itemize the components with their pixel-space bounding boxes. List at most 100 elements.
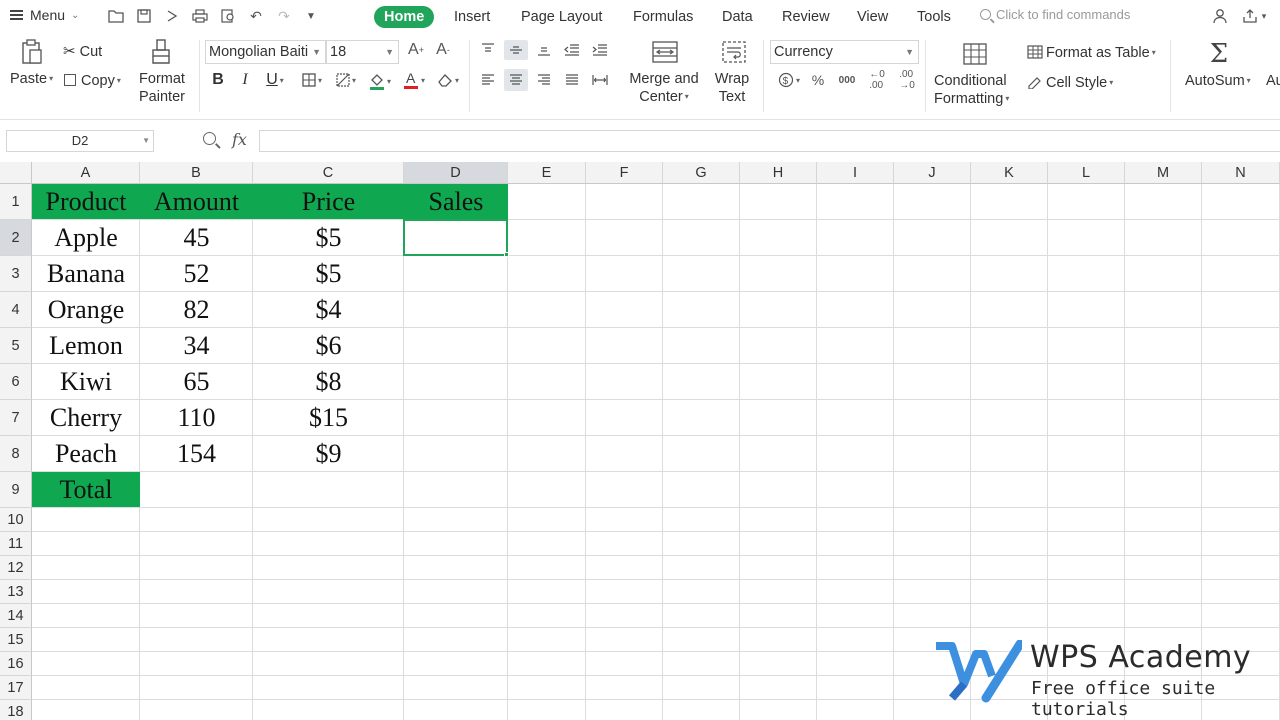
merge-center-icon[interactable] bbox=[650, 40, 680, 64]
row-header-8[interactable]: 8 bbox=[0, 436, 32, 472]
format-as-table-button[interactable]: Format as Table ▾ bbox=[1027, 44, 1156, 64]
align-bottom-icon[interactable] bbox=[534, 40, 554, 60]
header-cell-sales[interactable]: Sales bbox=[404, 184, 508, 219]
data-cell[interactable]: Lemon bbox=[32, 328, 140, 363]
column-header-e[interactable]: E bbox=[508, 162, 586, 184]
data-cell[interactable]: 34 bbox=[140, 328, 253, 363]
row-header-18[interactable]: 18 bbox=[0, 700, 32, 720]
font-color-button[interactable]: A ▾ bbox=[400, 68, 428, 92]
align-top-icon[interactable] bbox=[478, 40, 498, 58]
row-header-17[interactable]: 17 bbox=[0, 676, 32, 700]
align-middle-icon[interactable] bbox=[504, 40, 528, 60]
share-chevron-icon[interactable]: ▾ bbox=[1258, 6, 1270, 26]
align-center-icon[interactable] bbox=[504, 69, 528, 91]
clear-format-button[interactable]: ▾ bbox=[434, 70, 462, 90]
total-label-cell[interactable]: Total bbox=[32, 472, 140, 507]
column-header-b[interactable]: B bbox=[140, 162, 253, 184]
data-cell[interactable]: Orange bbox=[32, 292, 140, 327]
column-header-f[interactable]: F bbox=[586, 162, 663, 184]
header-cell-product[interactable]: Product bbox=[32, 184, 140, 219]
data-cell[interactable]: $5 bbox=[253, 256, 404, 291]
data-cell[interactable]: Kiwi bbox=[32, 364, 140, 399]
percent-icon[interactable]: % bbox=[808, 70, 828, 90]
name-box[interactable]: D2 ▼ bbox=[6, 130, 154, 152]
fill-color-button[interactable]: ▾ bbox=[366, 70, 394, 92]
row-header-1[interactable]: 1 bbox=[0, 184, 32, 220]
column-header-c[interactable]: C bbox=[253, 162, 404, 184]
row-header-5[interactable]: 5 bbox=[0, 328, 32, 364]
user-icon[interactable] bbox=[1210, 6, 1230, 26]
row-header-6[interactable]: 6 bbox=[0, 364, 32, 400]
tab-tools[interactable]: Tools bbox=[917, 6, 951, 28]
header-cell-price[interactable]: Price bbox=[253, 184, 404, 219]
open-folder-icon[interactable] bbox=[106, 6, 126, 26]
export-icon[interactable] bbox=[162, 6, 182, 26]
autosum-button[interactable]: AutoSum ▾ bbox=[1185, 72, 1251, 90]
justify-icon[interactable] bbox=[562, 70, 582, 90]
fx-icon[interactable]: fx bbox=[232, 130, 247, 149]
copy-button[interactable]: Copy ▾ bbox=[64, 72, 121, 90]
column-header-g[interactable]: G bbox=[663, 162, 740, 184]
fill-handle[interactable] bbox=[504, 252, 509, 257]
currency-format-icon[interactable]: $ ▾ bbox=[774, 70, 804, 90]
data-cell[interactable]: 52 bbox=[140, 256, 253, 291]
autosum-icon[interactable]: Σ bbox=[1208, 39, 1230, 69]
data-cell[interactable]: $15 bbox=[253, 400, 404, 435]
data-cell[interactable]: $5 bbox=[253, 220, 404, 255]
data-cell[interactable]: $4 bbox=[253, 292, 404, 327]
align-right-icon[interactable] bbox=[534, 70, 554, 90]
increase-indent-icon[interactable] bbox=[590, 40, 610, 60]
distributed-align-icon[interactable] bbox=[590, 70, 610, 90]
underline-button[interactable]: U ▾ bbox=[262, 70, 288, 90]
row-header-11[interactable]: 11 bbox=[0, 532, 32, 556]
format-painter-button[interactable]: Format Painter bbox=[137, 70, 187, 106]
print-icon[interactable] bbox=[190, 6, 210, 26]
column-header-a[interactable]: A bbox=[32, 162, 140, 184]
column-header-l[interactable]: L bbox=[1048, 162, 1125, 184]
row-header-4[interactable]: 4 bbox=[0, 292, 32, 328]
print-preview-icon[interactable] bbox=[218, 6, 238, 26]
decrease-indent-icon[interactable] bbox=[562, 40, 582, 60]
font-size-select[interactable]: 18 ▼ bbox=[326, 40, 399, 64]
data-cell[interactable]: 154 bbox=[140, 436, 253, 471]
data-cell[interactable]: $9 bbox=[253, 436, 404, 471]
data-cell[interactable]: 45 bbox=[140, 220, 253, 255]
column-header-n[interactable]: N bbox=[1202, 162, 1280, 184]
formula-input[interactable] bbox=[259, 130, 1280, 152]
customize-toolbar-icon[interactable]: ▼ bbox=[301, 6, 321, 26]
diagonal-border-button[interactable]: ▾ bbox=[332, 70, 360, 90]
row-header-13[interactable]: 13 bbox=[0, 580, 32, 604]
format-painter-icon[interactable] bbox=[150, 39, 172, 65]
tab-page-layout[interactable]: Page Layout bbox=[521, 6, 602, 28]
paste-button[interactable]: Paste ▾ bbox=[10, 70, 53, 88]
data-cell[interactable]: Cherry bbox=[32, 400, 140, 435]
spreadsheet-grid[interactable]: A B C D E F G H I J K L M N 1 2 3 4 5 6 7 8 9 10 11 12 13 14 15 16 17 1… bbox=[0, 162, 1280, 720]
column-header-d[interactable]: D bbox=[404, 162, 508, 184]
row-header-15[interactable]: 15 bbox=[0, 628, 32, 652]
data-cell[interactable]: Apple bbox=[32, 220, 140, 255]
wrap-text-button[interactable]: Wrap Text bbox=[712, 70, 752, 106]
column-header-j[interactable]: J bbox=[894, 162, 971, 184]
tab-view[interactable]: View bbox=[857, 6, 888, 28]
column-header-h[interactable]: H bbox=[740, 162, 817, 184]
data-cell[interactable]: 82 bbox=[140, 292, 253, 327]
tab-formulas[interactable]: Formulas bbox=[633, 6, 693, 28]
data-cell[interactable]: $8 bbox=[253, 364, 404, 399]
conditional-formatting-button[interactable]: Conditional Formatting ▾ bbox=[934, 72, 1018, 108]
data-cell[interactable]: $6 bbox=[253, 328, 404, 363]
tab-home[interactable]: Home bbox=[374, 6, 435, 28]
autofilter-button-partial[interactable]: Au bbox=[1266, 72, 1280, 90]
row-header-10[interactable]: 10 bbox=[0, 508, 32, 532]
thousands-separator-icon[interactable]: 000 bbox=[834, 70, 860, 90]
data-cell[interactable]: 110 bbox=[140, 400, 253, 435]
merge-center-button[interactable]: Merge and Center ▾ bbox=[626, 70, 702, 106]
paste-icon[interactable] bbox=[20, 38, 44, 66]
share-icon[interactable] bbox=[1240, 6, 1260, 26]
conditional-formatting-icon[interactable] bbox=[962, 42, 988, 66]
wrap-text-icon[interactable] bbox=[720, 40, 748, 64]
selected-cell-outline[interactable] bbox=[403, 219, 508, 256]
bold-button[interactable]: B bbox=[209, 70, 227, 90]
command-search[interactable]: Click to find commands bbox=[980, 7, 1130, 22]
row-header-14[interactable]: 14 bbox=[0, 604, 32, 628]
row-header-3[interactable]: 3 bbox=[0, 256, 32, 292]
